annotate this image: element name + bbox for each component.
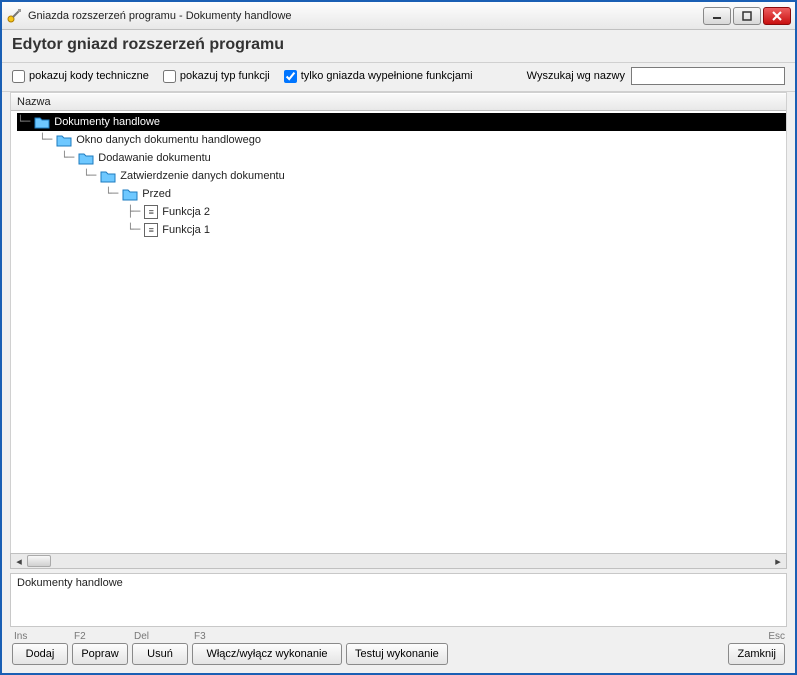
tree-node-label: Funkcja 2 [162,203,210,221]
show-func-type-label: pokazuj typ funkcji [180,70,270,82]
show-tech-codes-input[interactable] [12,70,25,83]
only-filled-input[interactable] [284,70,297,83]
tree-node-label: Dodawanie dokumentu [98,149,211,167]
tree-node-root[interactable]: └─ Dokumenty handlowe [17,113,786,131]
minimize-button[interactable] [703,7,731,25]
tree-node-function[interactable]: └─ ≡ Funkcja 1 [127,221,786,239]
page-title: Edytor gniazd rozszerzeń programu [2,30,795,63]
search-input[interactable] [631,67,785,85]
add-button[interactable]: Dodaj [12,643,68,665]
maximize-button[interactable] [733,7,761,25]
window-buttons [703,7,791,25]
tree-node-label: Dokumenty handlowe [54,113,160,131]
scroll-track[interactable] [25,555,772,567]
delete-button[interactable]: Usuń [132,643,188,665]
test-execution-button[interactable]: Testuj wykonanie [346,643,448,665]
tree-node[interactable]: └─ Okno danych dokumentu handlowego [39,131,786,149]
column-header-name[interactable]: Nazwa [11,93,786,111]
app-window: Gniazda rozszerzeń programu - Dokumenty … [0,0,797,675]
hint-ins: Ins [12,631,27,642]
folder-icon [122,187,138,201]
tree-node[interactable]: └─ Dodawanie dokumentu [61,149,786,167]
close-button[interactable] [763,7,791,25]
function-icon: ≡ [144,223,158,237]
tree-node-label: Przed [142,185,171,203]
titlebar: Gniazda rozszerzeń programu - Dokumenty … [2,2,795,30]
folder-icon [78,151,94,165]
scroll-thumb[interactable] [27,555,51,567]
show-tech-codes-checkbox[interactable]: pokazuj kody techniczne [12,70,149,83]
tree-branch: └─ [83,167,96,185]
window-title: Gniazda rozszerzeń programu - Dokumenty … [28,10,697,22]
tree-branch: └─ [61,149,74,167]
tree-node-label: Okno danych dokumentu handlowego [76,131,261,149]
tree-node-function[interactable]: ├─ ≡ Funkcja 2 [127,203,786,221]
folder-icon [34,115,50,129]
tree-branch: └─ [17,113,30,131]
hint-f3: F3 [192,631,206,642]
horizontal-scrollbar[interactable]: ◂ ▸ [10,553,787,569]
tree-branch: └─ [127,221,140,239]
show-func-type-checkbox[interactable]: pokazuj typ funkcji [163,70,270,83]
toggle-execution-button[interactable]: Włącz/wyłącz wykonanie [192,643,342,665]
tree-view[interactable]: └─ Dokumenty handlowe └─ Okno danych dok… [11,111,786,553]
search-label: Wyszukaj wg nazwy [527,70,625,82]
tree-branch: ├─ [127,203,140,221]
detail-text: Dokumenty handlowe [17,577,123,589]
app-icon [6,8,22,24]
show-tech-codes-label: pokazuj kody techniczne [29,70,149,82]
close-dialog-button[interactable]: Zamknij [728,643,785,665]
only-filled-checkbox[interactable]: tylko gniazda wypełnione funkcjami [284,70,473,83]
search-row: Wyszukaj wg nazwy [527,67,785,85]
tree-node-label: Zatwierdzenie danych dokumentu [120,167,284,185]
tree-node-label: Funkcja 1 [162,221,210,239]
options-toolbar: pokazuj kody techniczne pokazuj typ funk… [2,63,795,92]
show-func-type-input[interactable] [163,70,176,83]
hint-esc: Esc [766,631,785,642]
edit-button[interactable]: Popraw [72,643,128,665]
scroll-left-arrow[interactable]: ◂ [13,555,25,567]
hint-f2: F2 [72,631,86,642]
folder-icon [100,169,116,183]
tree-node[interactable]: └─ Przed [105,185,786,203]
tree-branch: └─ [105,185,118,203]
function-icon: ≡ [144,205,158,219]
detail-panel: Dokumenty handlowe [10,573,787,627]
hint-del: Del [132,631,149,642]
only-filled-label: tylko gniazda wypełnione funkcjami [301,70,473,82]
tree-branch: └─ [39,131,52,149]
hint-blank [346,631,351,642]
folder-icon [56,133,72,147]
footer-toolbar: Ins Dodaj F2 Popraw Del Usuń F3 Włącz/wy… [2,627,795,673]
tree-node[interactable]: └─ Zatwierdzenie danych dokumentu [83,167,786,185]
scroll-right-arrow[interactable]: ▸ [772,555,784,567]
